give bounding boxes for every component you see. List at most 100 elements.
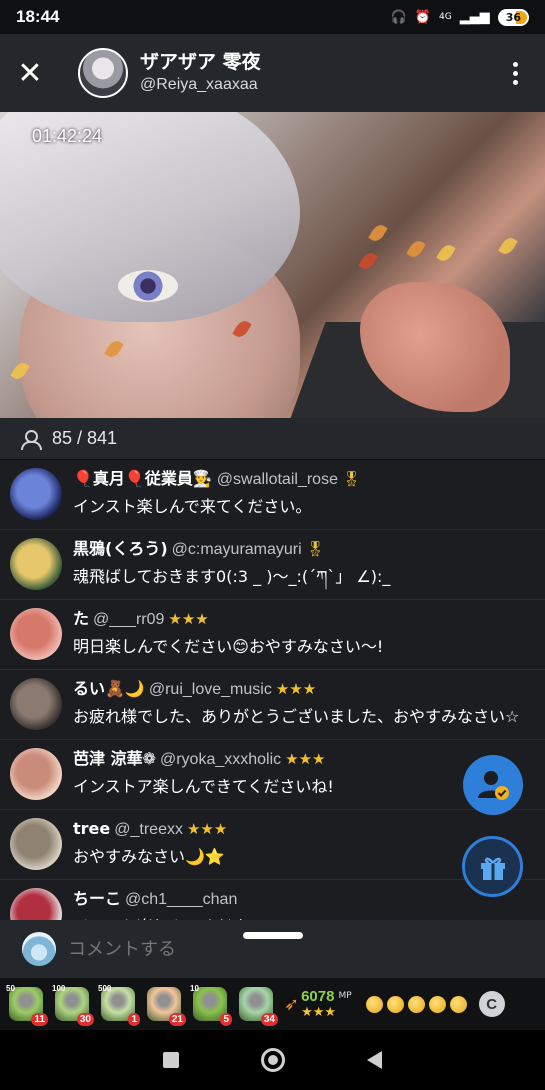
commenter-badge: ★★★	[285, 750, 326, 768]
comment-header: た @___rr09 ★★★	[73, 606, 535, 633]
comment-item[interactable]: 🎈真月🎈従業員👨‍🍳 @swallotail_rose 🎖 インスト楽しんで来てくださ…	[0, 460, 545, 530]
gift-item[interactable]: 100 30	[52, 984, 94, 1026]
commenter-badge: ★★★	[186, 820, 228, 838]
comment-text: 明日楽しんでください😊おやすみなさい〜!	[73, 637, 384, 656]
comment-input[interactable]	[68, 938, 368, 960]
gift-count: 21	[168, 1013, 186, 1026]
comment-text: 魂飛ばしておきます0(:3 _ )～_:(´ཀ`」 ∠):_	[73, 567, 391, 586]
commenter-avatar[interactable]	[10, 888, 62, 920]
comment-text: インスト楽しんで来てください。	[73, 497, 312, 516]
commenter-name[interactable]: ちーこ	[73, 889, 121, 908]
gift-tray: 50 11 100 30 500 1 21 10 5 34 ➶ 6078 MP ★★★ C	[0, 978, 545, 1030]
commenter-avatar[interactable]	[10, 678, 62, 730]
host-name: ザアザア 零夜	[140, 51, 261, 73]
stream-header: ✕ ザアザア 零夜 @Reiya_xaaxaa	[0, 34, 545, 112]
commenter-badge: 🎖	[341, 470, 362, 488]
coin-icon	[365, 995, 383, 1013]
commenter-name[interactable]: た	[73, 609, 89, 628]
host-avatar[interactable]	[78, 48, 128, 98]
more-vertical-icon[interactable]	[495, 34, 535, 112]
headphones-icon: 🎧	[390, 9, 407, 25]
comment-list[interactable]: 🎈真月🎈従業員👨‍🍳 @swallotail_rose 🎖 インスト楽しんで来てくださ…	[0, 460, 545, 920]
c-button[interactable]: C	[478, 991, 505, 1017]
commenter-name[interactable]: 芭津 涼華❁	[73, 749, 156, 768]
close-icon[interactable]: ✕	[0, 34, 60, 112]
host-handle: @Reiya_xaaxaa	[140, 76, 258, 93]
comment-header: ちーこ @ch1____chan	[73, 886, 535, 913]
comment-item[interactable]: た @___rr09 ★★★ 明日楽しんでください😊おやすみなさい〜!	[0, 600, 545, 670]
user-check-icon[interactable]	[463, 755, 523, 815]
back-icon[interactable]	[367, 1051, 382, 1069]
live-video[interactable]: 01:42:24	[0, 112, 545, 418]
video-eye	[118, 270, 178, 302]
mp-display: 6078 MP ★★★	[301, 988, 352, 1021]
gift-item[interactable]: 21	[144, 984, 186, 1026]
viewer-count: 85 / 841	[52, 428, 118, 448]
status-time: 18:44	[16, 7, 60, 26]
comment-body: 黒鴉(くろう) @c:mayuramayuri 🎖 魂飛ばしておきます0(:3 _ )…	[73, 536, 535, 591]
network-label: 4G	[438, 12, 452, 22]
gift-icon[interactable]	[462, 836, 523, 897]
gift-item[interactable]: 500 1	[98, 984, 140, 1026]
gift-tag: 100	[52, 984, 66, 993]
commenter-handle: @___rr09	[93, 611, 165, 628]
recents-icon[interactable]	[163, 1052, 179, 1068]
commenter-badge: 🎖	[305, 540, 325, 558]
commenter-handle: @_treexx	[114, 821, 183, 838]
comment-body: 🎈真月🎈従業員👨‍🍳 @swallotail_rose 🎖 インスト楽しんで来てくださ…	[73, 466, 535, 521]
mp-value: 6078	[301, 987, 335, 1005]
commenter-avatar[interactable]	[10, 468, 62, 520]
person-icon	[20, 429, 42, 450]
gift-item[interactable]: 34	[236, 984, 278, 1026]
commenter-handle: @swallotail_rose	[216, 471, 338, 488]
comment-header: 黒鴉(くろう) @c:mayuramayuri 🎖	[73, 536, 535, 563]
leaf-effect	[406, 238, 426, 260]
commenter-handle: @c:mayuramayuri	[171, 541, 302, 558]
comment-header: るい🧸🌙 @rui_love_music ★★★	[73, 676, 535, 703]
commenter-avatar[interactable]	[10, 748, 62, 800]
commenter-name[interactable]: 黒鴉(くろう)	[73, 539, 168, 558]
commenter-handle: @rui_love_music	[148, 681, 272, 698]
host-info[interactable]: ザアザア 零夜 @Reiya_xaaxaa	[140, 50, 261, 96]
status-icons: 🎧 ⏰ 4G ▂▄▆ 36	[390, 8, 529, 26]
system-nav-bar	[0, 1030, 545, 1090]
gift-count: 11	[31, 1013, 48, 1026]
signal-icon: ▂▄▆	[459, 9, 490, 25]
gift-item[interactable]: 50 11	[6, 984, 48, 1026]
gift-list: 50 11 100 30 500 1 21 10 5 34	[6, 984, 282, 1026]
my-avatar	[22, 932, 56, 966]
home-icon[interactable]	[261, 1048, 285, 1072]
gift-count: 34	[260, 1013, 278, 1026]
viewer-count-bar[interactable]: 85 / 841	[0, 418, 545, 460]
comment-text: お疲れ様でした、ありがとうございました、おやすみなさい☆	[73, 707, 520, 726]
commenter-name[interactable]: るい🧸🌙	[73, 679, 145, 698]
leaf-effect	[368, 222, 388, 244]
alarm-icon: ⏰	[414, 9, 431, 25]
comment-item[interactable]: ちーこ@ch1____chanインスト楽しんでください	[0, 880, 545, 920]
comment-header: 芭津 涼華❁ @ryoka_xxxholic ★★★	[73, 746, 535, 773]
comment-item[interactable]: 黒鴉(くろう) @c:mayuramayuri 🎖 魂飛ばしておきます0(:3 _ )…	[0, 530, 545, 600]
gift-tag: 10	[190, 984, 199, 993]
comment-input-bar	[0, 920, 545, 978]
gift-tag: 500	[98, 984, 112, 993]
gift-item[interactable]: 10 5	[190, 984, 232, 1026]
commenter-badge: ★★★	[275, 680, 317, 698]
coin-icon	[386, 995, 404, 1013]
commenter-avatar[interactable]	[10, 608, 62, 660]
leaf-effect	[498, 235, 518, 257]
commenter-name[interactable]: 🎈真月🎈従業員👨‍🍳	[73, 469, 213, 488]
comment-item[interactable]: 芭津 涼華❁ @ryoka_xxxholic ★★★ インストア楽しんできてくださいね…	[0, 740, 545, 810]
commenter-avatar[interactable]	[10, 818, 62, 870]
coin-icon	[428, 995, 446, 1013]
comment-header: tree @_treexx ★★★	[73, 816, 535, 843]
comment-item[interactable]: るい🧸🌙 @rui_love_music ★★★ お疲れ様でした、ありがとうございまし…	[0, 670, 545, 740]
commenter-avatar[interactable]	[10, 538, 62, 590]
commenter-name[interactable]: tree	[73, 819, 110, 838]
mp-stars: ★★★	[301, 1004, 337, 1020]
mp-icon: ➶	[284, 993, 300, 1015]
commenter-badge: ★★★	[168, 610, 209, 628]
drag-handle[interactable]	[243, 932, 303, 939]
gift-count: 5	[220, 1013, 232, 1026]
coin-row[interactable]	[365, 995, 467, 1013]
leaf-effect	[358, 250, 378, 272]
